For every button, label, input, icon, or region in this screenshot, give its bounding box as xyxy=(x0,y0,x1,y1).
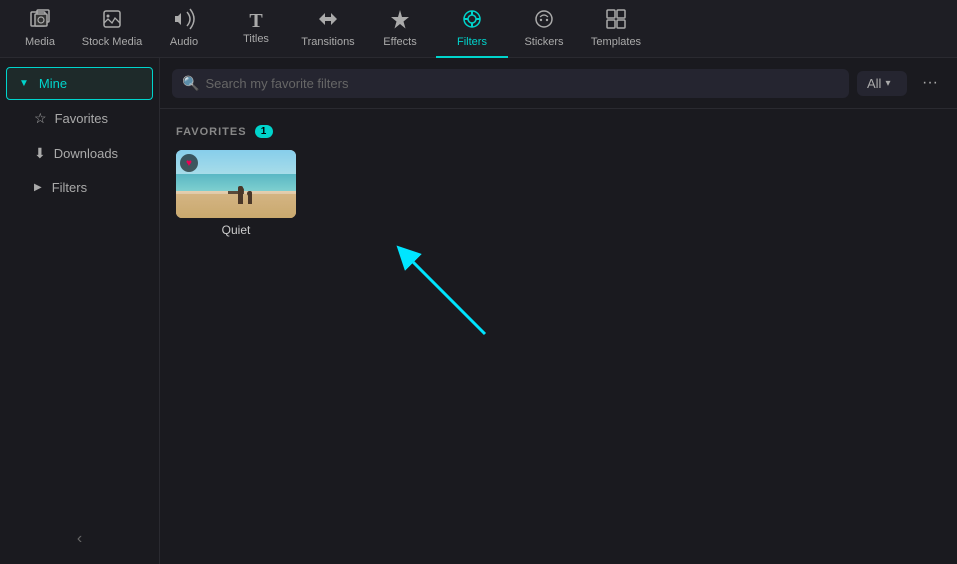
favorites-title: FAVORITES xyxy=(176,126,247,138)
more-options-button[interactable]: ··· xyxy=(915,68,945,98)
filter-dropdown[interactable]: All ▾ xyxy=(857,71,907,96)
nav-label-stickers: Stickers xyxy=(524,36,563,48)
nav-label-audio: Audio xyxy=(170,36,198,48)
sidebar-item-favorites[interactable]: ☆ Favorites xyxy=(6,102,153,135)
stickers-icon xyxy=(533,8,555,34)
search-bar: 🔍 All ▾ ··· xyxy=(160,58,957,109)
nav-label-filters: Filters xyxy=(457,36,487,48)
filter-grid: ♥ Quiet xyxy=(176,150,941,237)
sidebar-mine[interactable]: ▼ Mine xyxy=(6,67,153,100)
filter-thumbnail: ♥ xyxy=(176,150,296,218)
nav-item-effects[interactable]: Effects xyxy=(364,0,436,58)
favorites-section-header: FAVORITES 1 xyxy=(176,125,941,138)
nav-label-effects: Effects xyxy=(383,36,416,48)
nav-item-audio[interactable]: Audio xyxy=(148,0,220,58)
sidebar-item-downloads[interactable]: ⬇ Downloads xyxy=(6,137,153,170)
nav-item-titles[interactable]: T Titles xyxy=(220,0,292,58)
search-input-wrap[interactable]: 🔍 xyxy=(172,69,849,98)
audio-icon xyxy=(173,8,195,34)
filter-all-label: All xyxy=(867,76,881,91)
chevron-right-icon: ▶ xyxy=(34,182,42,193)
top-nav: Media Stock Media Audio T Titles xyxy=(0,0,957,58)
media-icon xyxy=(29,8,51,34)
sidebar-filters-label: Filters xyxy=(52,180,87,195)
main-content: ▼ Mine ☆ Favorites ⬇ Downloads ▶ Filters… xyxy=(0,58,957,564)
stock-media-icon xyxy=(101,8,123,34)
sidebar-favorites-label: Favorites xyxy=(55,111,108,126)
chevron-down-icon: ▼ xyxy=(19,78,29,89)
nav-label-titles: Titles xyxy=(243,33,269,45)
nav-label-stock-media: Stock Media xyxy=(82,36,143,48)
search-icon: 🔍 xyxy=(182,75,199,92)
nav-item-filters[interactable]: Filters xyxy=(436,0,508,58)
favorites-count-badge: 1 xyxy=(255,125,273,138)
favorite-badge: ♥ xyxy=(180,154,198,172)
titles-icon: T xyxy=(249,11,262,31)
sidebar-mine-label: Mine xyxy=(39,76,67,91)
nav-item-templates[interactable]: Templates xyxy=(580,0,652,58)
star-icon: ☆ xyxy=(34,110,47,127)
arrow-annotation xyxy=(390,239,500,349)
filter-card-quiet[interactable]: ♥ Quiet xyxy=(176,150,296,237)
nav-item-transitions[interactable]: Transitions xyxy=(292,0,364,58)
filters-icon xyxy=(461,8,483,34)
filter-name-quiet: Quiet xyxy=(222,223,251,237)
nav-item-stickers[interactable]: Stickers xyxy=(508,0,580,58)
nav-item-stock-media[interactable]: Stock Media xyxy=(76,0,148,58)
sidebar: ▼ Mine ☆ Favorites ⬇ Downloads ▶ Filters… xyxy=(0,58,160,564)
nav-label-transitions: Transitions xyxy=(301,36,354,48)
nav-label-templates: Templates xyxy=(591,36,641,48)
content-area: 🔍 All ▾ ··· FAVORITES 1 xyxy=(160,58,957,564)
nav-label-media: Media xyxy=(25,36,55,48)
chevron-down-icon: ▾ xyxy=(885,78,890,89)
templates-icon xyxy=(605,8,627,34)
effects-icon xyxy=(389,8,411,34)
more-icon: ··· xyxy=(922,74,938,92)
nav-item-media[interactable]: Media xyxy=(4,0,76,58)
sidebar-item-filters[interactable]: ▶ Filters xyxy=(6,172,153,203)
download-icon: ⬇ xyxy=(34,145,46,162)
transitions-icon xyxy=(317,8,339,34)
sidebar-downloads-label: Downloads xyxy=(54,146,118,161)
grid-area: FAVORITES 1 xyxy=(160,109,957,564)
collapse-icon: ‹ xyxy=(77,530,82,548)
search-input[interactable] xyxy=(205,76,839,91)
collapse-sidebar-button[interactable]: ‹ xyxy=(0,522,159,556)
